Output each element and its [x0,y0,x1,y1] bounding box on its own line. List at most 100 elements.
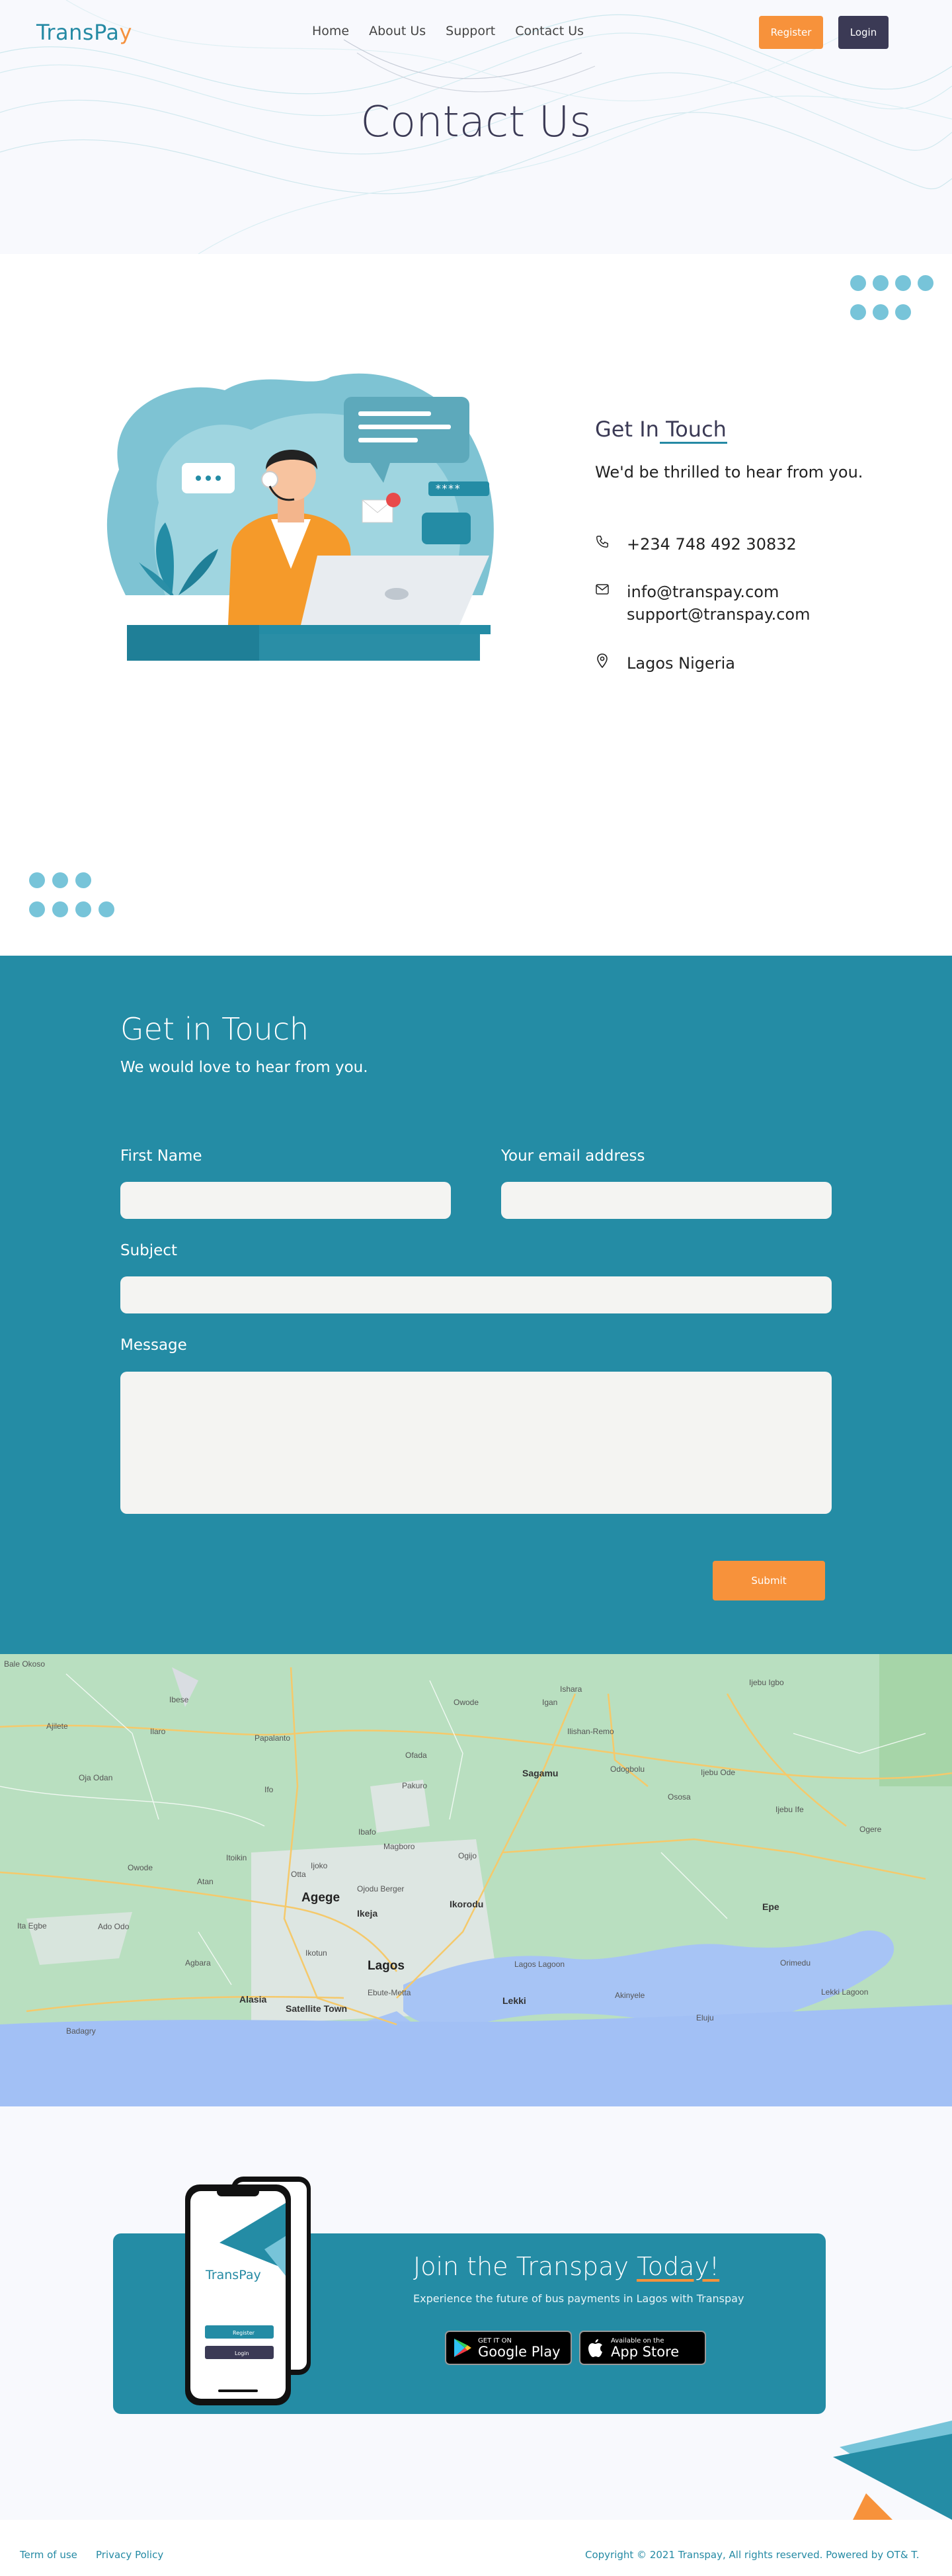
google-play-icon [454,2339,471,2357]
map-label: Ibese [169,1695,189,1704]
map-label: Badagry [66,2026,96,2036]
map-label: Itoikin [226,1853,247,1862]
main-nav: Home About Us Support Contact Us [312,24,584,38]
map-label: Ibafo [358,1827,376,1837]
map-label: Orimedu [780,1958,811,1968]
map-label: Odogbolu [610,1765,645,1774]
map-terrain [0,1654,952,2106]
contact-emails: info@transpay.com support@transpay.com [627,581,810,626]
map-label: Ijebu Igbo [749,1678,784,1687]
map-label: Papalanto [255,1733,291,1743]
map-label: Ofada [405,1751,427,1760]
map-label-sagamu: Sagamu [522,1768,559,1778]
message-textarea[interactable] [120,1372,832,1514]
map-label: Ajilete [46,1722,68,1731]
location-pin-icon [595,653,610,668]
map-label: Ikotun [305,1948,327,1958]
contact-phone-row: +234 748 492 30832 [595,533,797,556]
heading-underline [660,442,727,444]
nav-contact-us[interactable]: Contact Us [515,24,584,38]
page-title: Contact Us [360,98,592,147]
logo[interactable]: TransPay [36,20,132,45]
map-label: Ogijo [458,1851,477,1860]
login-button[interactable]: Login [838,16,889,49]
map-label: Akinyele [615,1991,645,2000]
contact-email-support[interactable]: support@transpay.com [627,603,810,626]
map-label: Ebute-Metta [368,1988,411,1997]
first-name-input[interactable] [120,1182,451,1219]
map-label: Ishara [560,1684,582,1694]
submit-button[interactable]: Submit [713,1561,825,1600]
nav-support[interactable]: Support [446,24,495,38]
google-play-button[interactable]: GET IT ON Google Play [445,2331,572,2365]
mail-icon [595,582,610,597]
map-label-alasia: Alasia [239,1994,267,2005]
corner-decoration [833,2421,952,2520]
phone-icon [595,534,610,549]
map-label: Pakuro [402,1781,428,1790]
footer-terms-link[interactable]: Term of use [20,2549,77,2561]
map-label: Ososa [668,1792,691,1802]
hero-header: TransPay Home About Us Support Contact U… [0,0,952,254]
nav-home[interactable]: Home [312,24,349,38]
nav-about-us[interactable]: About Us [369,24,426,38]
register-button[interactable]: Register [759,16,823,49]
map-label-satellite-town: Satellite Town [286,2003,348,2014]
email-label: Your email address [501,1147,645,1165]
map-label: Ogere [859,1825,882,1834]
map-label: Ijebu Ife [775,1805,804,1814]
map-label-lekki: Lekki [502,1995,526,2006]
map-label: Ilishan-Remo [567,1727,614,1736]
get-in-touch-subtitle: We'd be thrilled to hear from you. [595,463,863,481]
location-map[interactable]: Bale Okoso Ibese Ilaro Papalanto Owode I… [0,1654,952,2106]
map-label-epe: Epe [762,1901,779,1912]
map-label: Ojodu Berger [357,1884,405,1893]
map-label: Ilaro [150,1727,166,1736]
map-label: Oja Odan [79,1773,113,1782]
map-label: Magboro [383,1842,415,1851]
app-download-section: TransPay Register Login Join the Transpa… [0,2106,952,2520]
map-label: Owode [454,1698,479,1707]
map-label: Ijebu Ode [701,1768,736,1777]
app-store-button[interactable]: Available on the App Store [579,2331,706,2365]
map-label-ikeja: Ikeja [357,1908,378,1919]
join-subtitle: Experience the future of bus payments in… [413,2292,744,2305]
map-label: Agbara [185,1958,211,1968]
contact-location-row: Lagos Nigeria [595,652,735,675]
map-label: Eluju [696,2013,714,2022]
svg-text:****: **** [435,482,461,495]
map-label-lagos: Lagos [368,1959,405,1973]
email-input[interactable] [501,1182,832,1219]
map-label: Ita Egbe [17,1921,47,1931]
map-label: Igan [542,1698,558,1707]
map-label: Atan [197,1877,214,1886]
first-name-label: First Name [120,1147,202,1165]
footer-privacy-link[interactable]: Privacy Policy [96,2549,163,2561]
phone-mockup: TransPay Register Login [185,2177,311,2405]
contact-form-section: Get in Touch We would love to hear from … [0,956,952,1654]
join-title: Join the Transpay Today! [413,2252,720,2281]
map-label: Ijoko [311,1861,328,1870]
map-label: Ado Odo [98,1922,130,1931]
footer: Term of use Privacy Policy Copyright © 2… [0,2520,952,2576]
form-subtitle: We would love to hear from you. [120,1059,368,1076]
map-label-agege: Agege [301,1891,340,1905]
contact-email-row: info@transpay.com support@transpay.com [595,581,810,626]
map-label: Ifo [264,1785,274,1794]
footer-copyright: Copyright © 2021 Transpay, All rights re… [585,2549,920,2561]
map-label: Lekki Lagoon [821,1987,869,1997]
contact-location: Lagos Nigeria [627,654,735,673]
get-in-touch-heading: Get In Touch [595,417,727,442]
map-label: Owode [128,1863,153,1872]
map-label: Lagos Lagoon [514,1960,565,1969]
map-label-ikorodu: Ikorodu [450,1899,484,1909]
form-title: Get in Touch [120,1011,309,1047]
join-title-highlight: Today! [637,2252,720,2281]
customer-support-illustration: **** [106,373,494,661]
message-label: Message [120,1337,187,1354]
phone-login: Login [235,2350,249,2356]
contact-phone[interactable]: +234 748 492 30832 [627,533,797,556]
subject-input[interactable] [120,1276,832,1313]
map-label: Otta [291,1870,306,1879]
contact-email-info[interactable]: info@transpay.com [627,581,810,603]
